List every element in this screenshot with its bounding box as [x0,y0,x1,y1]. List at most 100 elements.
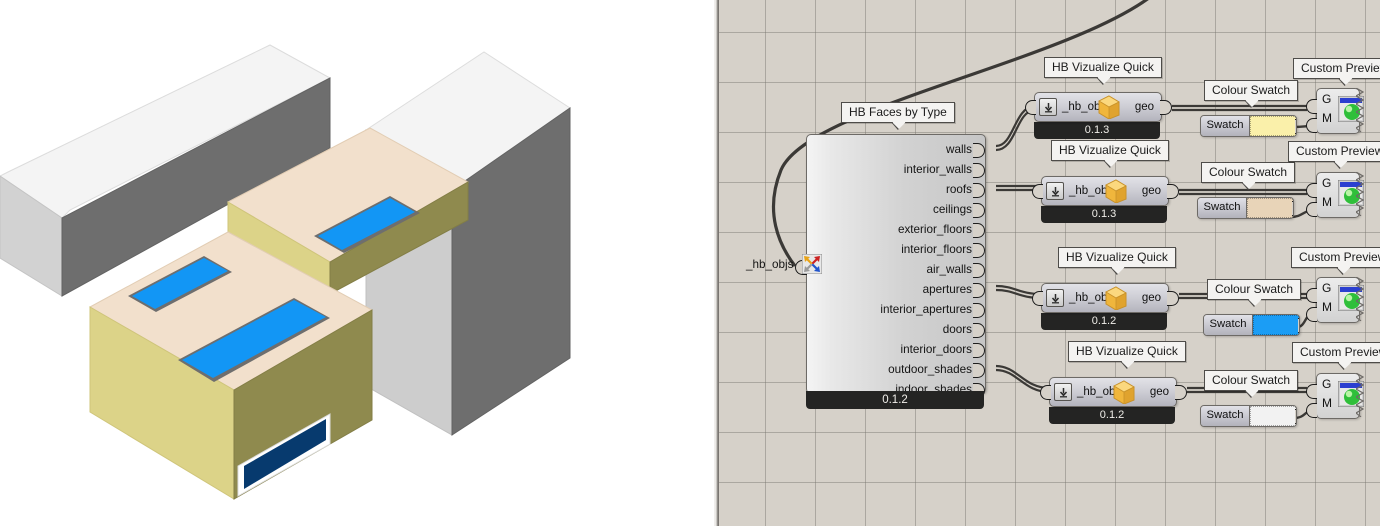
input-port-material[interactable] [1306,118,1317,133]
output-walls[interactable]: walls [834,140,985,160]
node-body[interactable]: _hb_objs geo [1032,176,1179,206]
node-custom-preview-2[interactable]: G M [1306,172,1365,218]
node-hb-vizualize-quick-3[interactable]: _hb_objs geo 0.1.2 [1032,283,1179,330]
model-geometry [0,44,571,500]
input-port-geometry[interactable] [1306,99,1317,114]
node-custom-preview-1[interactable]: G M [1306,88,1365,134]
swatch-button[interactable]: Swatch [1198,198,1247,218]
output-label: outdoor_shades [888,363,972,376]
input-port-geometry[interactable] [1306,183,1317,198]
label-colour-swatch-2: Colour Swatch [1201,162,1296,183]
port-label-material: M [1322,300,1332,314]
label-hb-vizualize-quick-1: HB Vizualize Quick [1044,57,1162,78]
label-custom-preview-4: Custom Preview [1292,342,1380,363]
label-colour-swatch-4: Colour Swatch [1204,370,1299,391]
swatch-button[interactable]: Swatch [1201,116,1250,136]
node-colour-swatch-1[interactable]: Swatch [1200,115,1297,137]
input-port-material[interactable] [1306,307,1317,322]
rhino-3d-viewport[interactable] [0,0,716,526]
input-port[interactable] [1032,184,1043,199]
output-apertures[interactable]: apertures [834,280,985,300]
graft-flatten-icon[interactable] [801,253,823,275]
output-label-geo: geo [1134,101,1154,113]
download-arrow-icon[interactable] [1046,289,1064,307]
house-geometry-icon [1105,179,1127,204]
output-interior-doors[interactable]: interior_doors [834,340,985,360]
label-hb-faces-by-type: HB Faces by Type [841,102,955,123]
input-port-geometry[interactable] [1306,288,1317,303]
output-outdoor-shades[interactable]: outdoor_shades [834,360,985,380]
input-port-material[interactable] [1306,403,1317,418]
input-port-geometry[interactable] [1306,384,1317,399]
output-label-geo: geo [1149,386,1169,398]
node-version-bar: 0.1.2 [1041,313,1167,330]
output-label: doors [942,323,972,336]
node-version-bar: 0.1.2 [806,391,984,409]
output-port[interactable] [1175,385,1187,400]
node-colour-swatch-2[interactable]: Swatch [1197,197,1294,219]
swatch-colour-field[interactable] [1247,198,1293,218]
output-port[interactable] [1167,184,1179,199]
swatch-colour-field[interactable] [1250,116,1296,136]
output-port[interactable] [1292,201,1293,216]
port-label-geometry: G [1322,377,1332,391]
house-geometry-icon [1098,95,1120,120]
label-custom-preview-2: Custom Preview [1288,141,1380,162]
label-custom-preview-1: Custom Preview [1293,58,1380,79]
output-label: interior_floors [901,243,972,256]
node-version-bar: 0.1.2 [1049,407,1175,424]
swatch-colour-field[interactable] [1250,406,1296,426]
input-port[interactable] [1032,291,1043,306]
swatch-button[interactable]: Swatch [1204,315,1253,335]
output-label: roofs [946,183,972,196]
swatch-colour-field[interactable] [1253,315,1299,335]
node-hb-vizualize-quick-4[interactable]: _hb_objs geo 0.1.2 [1040,377,1187,424]
download-arrow-icon[interactable] [1054,383,1072,401]
output-exterior-floors[interactable]: exterior_floors [834,220,985,240]
output-port[interactable] [1160,100,1172,115]
grasshopper-canvas[interactable]: HB Faces by Type _hb_objs walls interior… [719,0,1380,526]
input-label-hb-objs: _hb_objs [746,258,794,271]
zigzag-edge [1356,172,1364,216]
node-body[interactable]: _hb_objs geo [1032,283,1179,313]
output-interior-walls[interactable]: interior_walls [834,160,985,180]
swatch-button[interactable]: Swatch [1201,406,1250,426]
label-custom-preview-3: Custom Preview [1291,247,1380,268]
node-custom-preview-4[interactable]: G M [1306,373,1365,419]
zigzag-edge [1356,373,1364,417]
input-port-material[interactable] [1306,202,1317,217]
house-geometry-icon [1113,380,1135,405]
output-label: interior_walls [903,163,972,176]
label-hb-vizualize-quick-3: HB Vizualize Quick [1058,247,1176,268]
output-interior-floors[interactable]: interior_floors [834,240,985,260]
node-body[interactable]: _hb_objs geo [1025,92,1172,122]
node-body[interactable]: _hb_objs geo [1040,377,1187,407]
node-colour-swatch-3[interactable]: Swatch [1203,314,1300,336]
download-arrow-icon[interactable] [1039,98,1057,116]
output-ceilings[interactable]: ceilings [834,200,985,220]
output-port[interactable] [1295,409,1296,424]
node-colour-swatch-4[interactable]: Swatch [1200,405,1297,427]
output-list: walls interior_walls roofs ceilings exte… [834,140,985,400]
output-label: air_walls [926,263,972,276]
port-label-geometry: G [1322,176,1332,190]
output-interior-apertures[interactable]: interior_apertures [834,300,985,320]
input-port[interactable] [1040,385,1051,400]
house-geometry-icon [1105,286,1127,311]
port-label-material: M [1322,396,1332,410]
input-port[interactable] [1025,100,1036,115]
node-version-bar: 0.1.3 [1041,206,1167,223]
port-label-material: M [1322,195,1332,209]
node-custom-preview-3[interactable]: G M [1306,277,1365,323]
output-air-walls[interactable]: air_walls [834,260,985,280]
node-hb-vizualize-quick-1[interactable]: _hb_objs geo 0.1.3 [1025,92,1172,139]
output-roofs[interactable]: roofs [834,180,985,200]
output-port[interactable] [1298,318,1299,333]
output-doors[interactable]: doors [834,320,985,340]
output-port[interactable] [1295,119,1296,134]
node-hb-faces-by-type[interactable]: _hb_objs walls interior_walls roofs ceil… [746,134,986,414]
output-port[interactable] [1167,291,1179,306]
download-arrow-icon[interactable] [1046,182,1064,200]
node-version-bar: 0.1.3 [1034,122,1160,139]
node-hb-vizualize-quick-2[interactable]: _hb_objs geo 0.1.3 [1032,176,1179,223]
